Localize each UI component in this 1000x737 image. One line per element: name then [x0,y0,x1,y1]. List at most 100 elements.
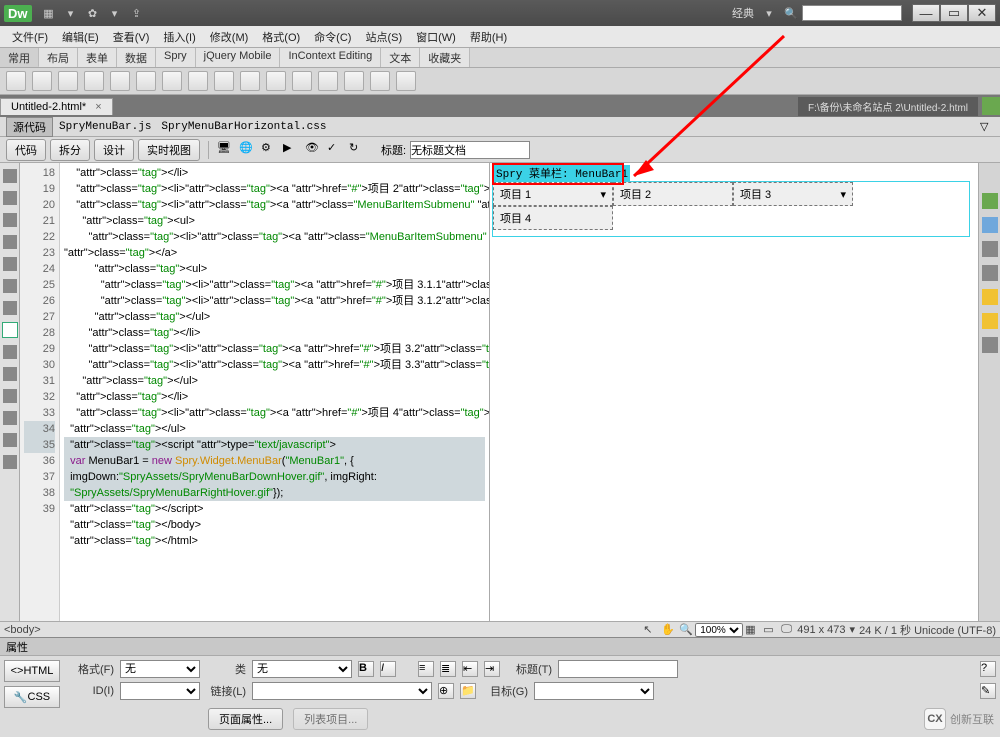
toolbar-icon[interactable]: 🌐 [239,141,257,159]
bold-icon[interactable]: B [358,661,374,677]
insert-tab-fav[interactable]: 收藏夹 [420,48,470,67]
menu-view[interactable]: 查看(V) [107,27,156,47]
insert-icon[interactable] [344,71,364,91]
title-input[interactable] [410,141,530,159]
panel-icon[interactable] [982,265,998,281]
list-ol-icon[interactable]: ≣ [440,661,456,677]
title-attr-input[interactable] [558,660,678,678]
insert-icon[interactable] [318,71,338,91]
toolbar-icon[interactable]: ▶ [283,141,301,159]
insert-icon[interactable] [84,71,104,91]
menu-modify[interactable]: 修改(M) [204,27,255,47]
menu-file[interactable]: 文件(F) [6,27,54,47]
panel-icon[interactable] [982,217,998,233]
panel-icon[interactable] [982,193,998,209]
code-tool-icon[interactable] [3,213,17,227]
menu-window[interactable]: 窗口(W) [410,27,462,47]
insert-tab-data[interactable]: 数据 [117,48,156,67]
code-tool-icon[interactable] [3,433,17,447]
insert-tab-spry[interactable]: Spry [156,48,196,67]
status-icon[interactable]: 🖵 [781,623,795,637]
target-select[interactable] [534,682,654,700]
code-tool-icon[interactable] [3,367,17,381]
properties-html-button[interactable]: <> HTML [4,660,60,682]
toolbar-icon[interactable]: ⚙ [261,141,279,159]
insert-icon[interactable] [136,71,156,91]
status-icon[interactable]: ▭ [763,623,777,637]
insert-icon[interactable] [6,71,26,91]
maximize-button[interactable]: ▭ [940,4,968,22]
id-select[interactable] [120,682,200,700]
menu-help[interactable]: 帮助(H) [464,27,513,47]
menu-site[interactable]: 站点(S) [359,27,408,47]
panel-icon[interactable] [982,289,998,305]
code-tool-icon[interactable] [3,301,17,315]
workspace-label[interactable]: 经典 [732,5,754,21]
point-to-file-icon[interactable]: ⊕ [438,683,454,699]
insert-icon[interactable] [32,71,52,91]
settings-icon[interactable]: ✿ [85,5,101,21]
close-tab-icon[interactable]: × [95,101,101,113]
code-tool-icon[interactable] [3,169,17,183]
submenu-item[interactable]: 项目 4 [493,206,613,230]
quick-tag-icon[interactable]: ✎ [980,683,996,699]
code-tool-icon[interactable] [3,323,17,337]
code-view-button[interactable]: 代码 [6,139,46,161]
panel-icon[interactable] [982,313,998,329]
extend-icon[interactable]: ⇪ [129,5,145,21]
document-tab[interactable]: Untitled-2.html* × [0,98,113,115]
refresh-icon[interactable] [982,97,1000,115]
insert-icon[interactable] [188,71,208,91]
class-select[interactable]: 无 [252,660,352,678]
tag-selector[interactable]: <body> [4,624,41,636]
page-properties-button[interactable]: 页面属性... [208,708,283,730]
close-button[interactable]: ✕ [968,4,996,22]
live-view-button[interactable]: 实时视图 [138,139,200,161]
insert-icon[interactable] [110,71,130,91]
toolbar-icon[interactable]: ✓ [327,141,345,159]
layout-icon[interactable]: ▦ [41,5,57,21]
italic-icon[interactable]: I [380,661,396,677]
indent-icon[interactable]: ⇥ [484,661,500,677]
properties-css-button[interactable]: 🔧 CSS [4,686,60,708]
insert-icon[interactable] [58,71,78,91]
filter-icon[interactable]: ▽ [980,120,994,134]
insert-tab-layout[interactable]: 布局 [39,48,78,67]
toolbar-icon[interactable]: 👁 [305,141,323,159]
code-body[interactable]: "attr">class="tag"></li> "attr">class="t… [60,163,489,621]
insert-icon[interactable] [214,71,234,91]
source-code-button[interactable]: 源代码 [6,117,53,137]
outdent-icon[interactable]: ⇤ [462,661,478,677]
insert-tab-ice[interactable]: InContext Editing [280,48,381,67]
code-tool-icon[interactable] [3,235,17,249]
insert-tab-text[interactable]: 文本 [381,48,420,67]
menu-edit[interactable]: 编辑(E) [56,27,105,47]
code-tool-icon[interactable] [3,191,17,205]
toolbar-icon[interactable]: ↻ [349,141,367,159]
code-tool-icon[interactable] [3,389,17,403]
panel-icon[interactable] [982,241,998,257]
dropdown-icon[interactable]: ▾ [63,5,79,21]
related-file[interactable]: SpryMenuBarHorizontal.css [161,121,326,133]
menu-insert[interactable]: 插入(I) [157,27,201,47]
insert-icon[interactable] [396,71,416,91]
related-file[interactable]: SpryMenuBar.js [59,121,151,133]
dropdown-icon[interactable]: ▾ [761,5,777,21]
code-tool-icon[interactable] [3,455,17,469]
hand-icon[interactable]: ✋ [661,623,675,637]
link-select[interactable] [252,682,432,700]
pointer-icon[interactable]: ↖ [643,623,657,637]
insert-tab-jquery[interactable]: jQuery Mobile [196,48,281,67]
code-tool-icon[interactable] [3,279,17,293]
design-view-button[interactable]: 设计 [94,139,134,161]
list-ul-icon[interactable]: ≡ [418,661,434,677]
insert-tab-forms[interactable]: 表单 [78,48,117,67]
zoom-select[interactable]: 100% [695,623,743,637]
search-input[interactable] [802,5,902,21]
menu-item[interactable]: 项目 1▾ [493,182,613,206]
insert-icon[interactable] [240,71,260,91]
format-select[interactable]: 无 [120,660,200,678]
window-size[interactable]: 491 x 473 [797,624,845,636]
design-view[interactable]: Spry 菜单栏: MenuBar1 项目 1▾ 项目 2 项目 3▾ 项目 4 [490,163,978,621]
code-tool-icon[interactable] [3,345,17,359]
